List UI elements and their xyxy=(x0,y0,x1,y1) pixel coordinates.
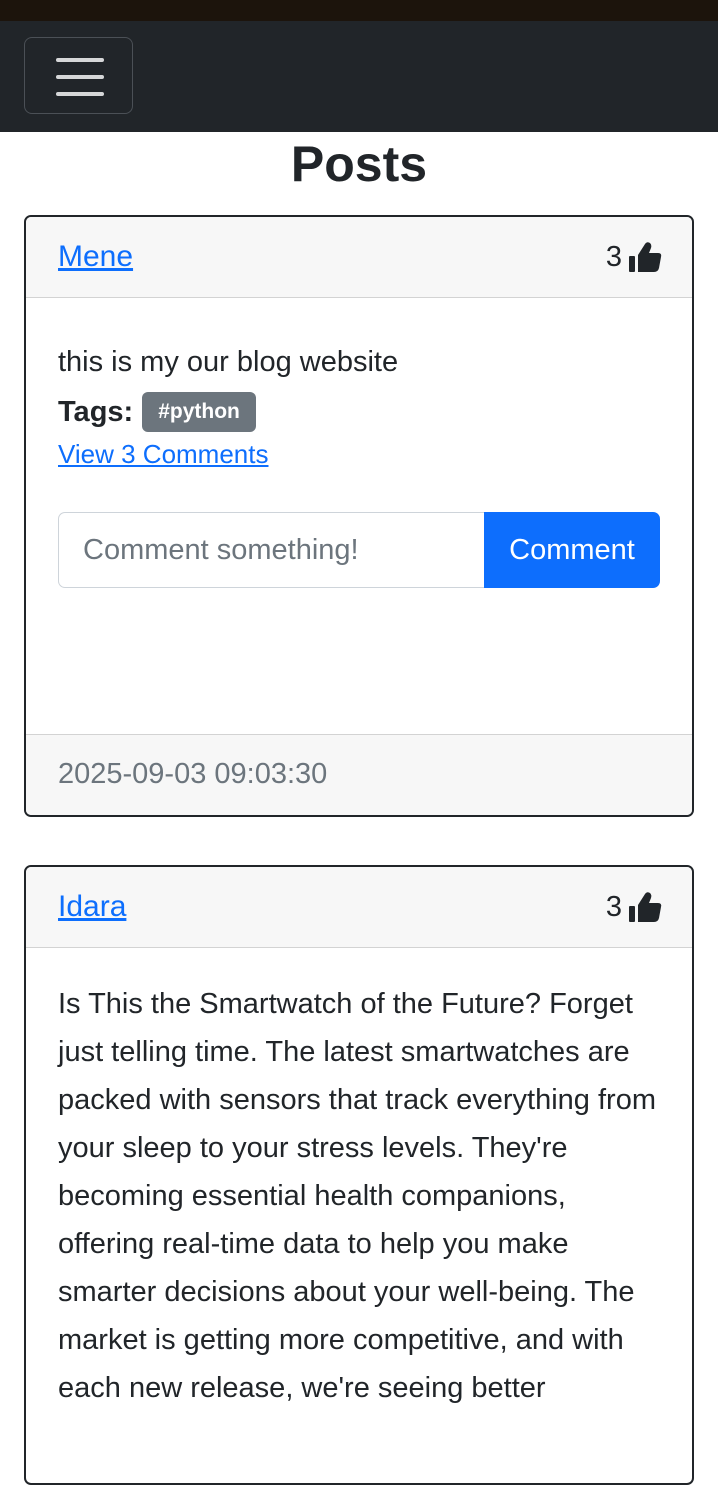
comment-button[interactable]: Comment xyxy=(484,512,660,588)
tags-label: Tags: xyxy=(58,395,134,428)
comment-input[interactable] xyxy=(58,512,484,588)
like-button[interactable]: 3 xyxy=(606,239,662,275)
post-footer: 2025-09-03 09:03:30 xyxy=(26,734,692,815)
post-author-link[interactable]: Idara xyxy=(58,889,126,925)
post-header: Mene 3 xyxy=(26,217,692,298)
view-comments-link[interactable]: View 3 Comments xyxy=(58,437,269,471)
hamburger-menu-icon xyxy=(56,58,104,96)
post-card: Mene 3 this is my our blog website Tags:… xyxy=(24,215,694,817)
tag-badge[interactable]: #python xyxy=(142,392,256,432)
like-count: 3 xyxy=(605,891,622,923)
status-bar xyxy=(0,0,718,21)
post-timestamp: 2025-09-03 09:03:30 xyxy=(58,758,328,790)
navbar xyxy=(0,21,718,132)
page-title: Posts xyxy=(290,136,428,192)
post-body: this is my our blog website Tags: #pytho… xyxy=(26,298,692,436)
like-button[interactable]: 3 xyxy=(606,889,662,925)
post-body: Is This the Smartwatch of the Future? Fo… xyxy=(26,948,692,1412)
thumbs-up-icon xyxy=(629,242,662,272)
post-text: Is This the Smartwatch of the Future? Fo… xyxy=(58,988,656,1404)
navbar-toggle-button[interactable] xyxy=(24,37,133,114)
post-card: Idara 3 Is This the Smartwatch of the Fu… xyxy=(24,865,694,1485)
thumbs-up-icon xyxy=(629,892,662,922)
like-count: 3 xyxy=(605,241,622,273)
post-text: this is my our blog website xyxy=(58,346,399,378)
comment-form: Comment xyxy=(58,512,660,588)
tags-row: Tags: #python xyxy=(58,388,660,436)
post-header: Idara 3 xyxy=(26,867,692,948)
post-author-link[interactable]: Mene xyxy=(58,239,133,275)
